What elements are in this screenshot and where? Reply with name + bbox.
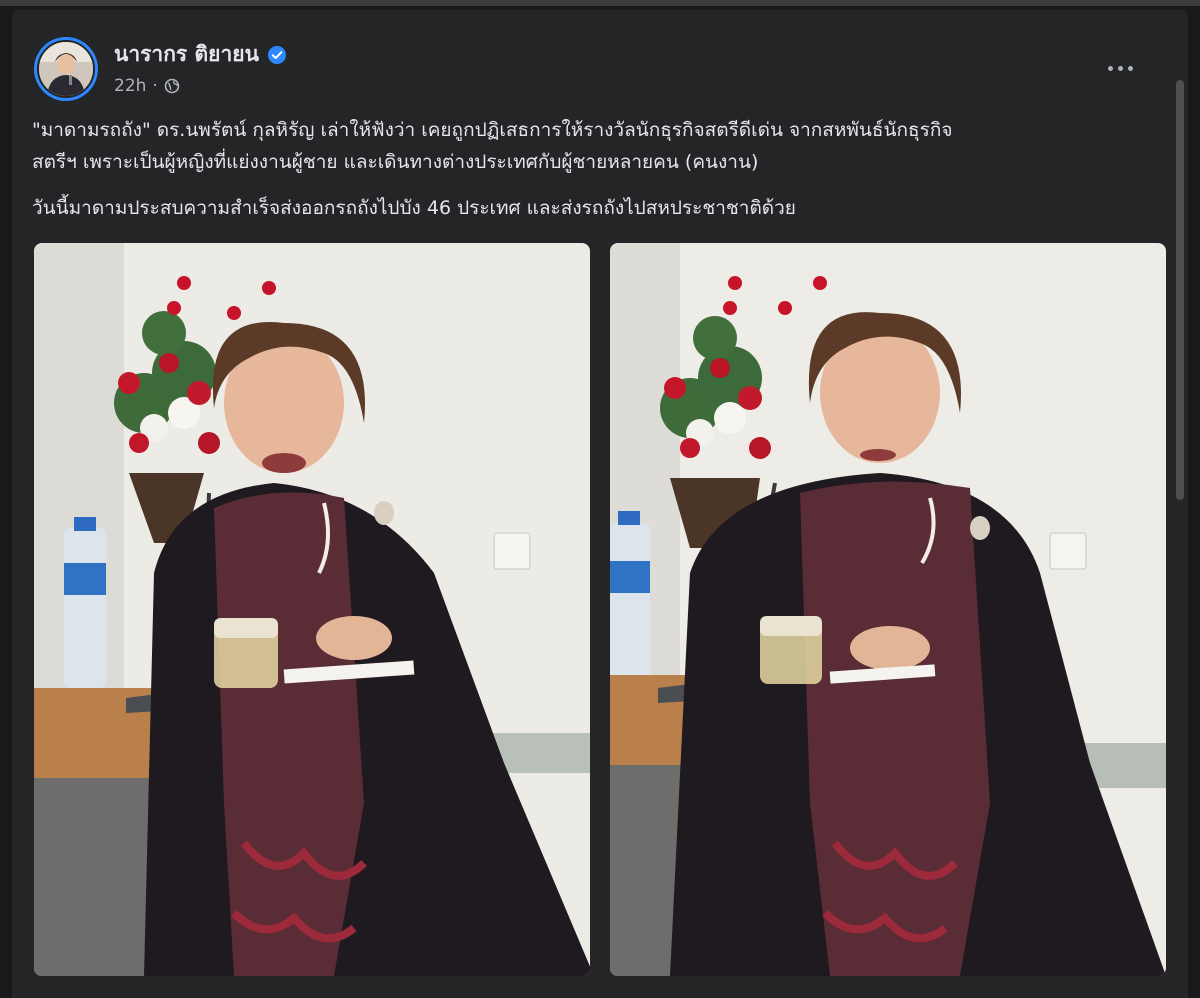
tea-glass xyxy=(214,618,278,688)
verified-badge-icon xyxy=(267,45,286,64)
scrollbar[interactable] xyxy=(1176,80,1184,500)
avatar[interactable] xyxy=(37,40,95,98)
post-timestamp[interactable]: 22h xyxy=(114,76,146,96)
post-photo-2[interactable] xyxy=(610,243,1166,976)
water-bottle xyxy=(64,517,106,688)
post-text-line-2: สตรีฯ เพราะเป็นผู้หญิงที่แย่งงานผู้ชาย แ… xyxy=(32,151,759,173)
post-text-line-3: วันนี้มาดามประสบความสำเร็จส่งออกรถถังไปบ… xyxy=(32,197,796,219)
more-options-icon[interactable] xyxy=(1100,52,1140,84)
water-bottle xyxy=(610,511,650,683)
tea-glass xyxy=(760,616,822,684)
story-ring[interactable] xyxy=(34,37,98,101)
post-text-line-1: "มาดามรถถัง" ดร.นพรัตน์ กุลหิรัญ เล่าให้… xyxy=(32,119,953,141)
post-photo-1[interactable] xyxy=(34,243,590,976)
globe-icon[interactable] xyxy=(164,78,180,94)
author-name[interactable]: นารากร ติยายน xyxy=(114,38,259,71)
top-divider xyxy=(0,0,1200,6)
meta-separator: · xyxy=(152,76,158,96)
